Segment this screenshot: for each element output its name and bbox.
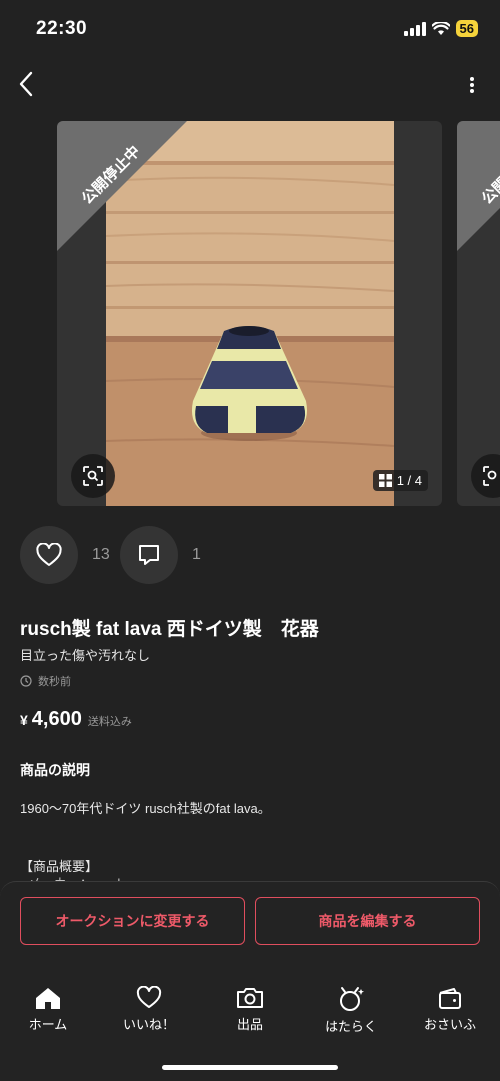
overview-label: 【商品概要】 xyxy=(20,859,99,874)
status-time: 22:30 xyxy=(36,18,88,39)
tab-home[interactable]: ホーム xyxy=(13,986,83,1033)
clock-icon xyxy=(20,675,32,687)
status-banner xyxy=(57,121,187,251)
like-group: 13 xyxy=(20,526,110,584)
grid-icon xyxy=(378,474,392,487)
wifi-icon xyxy=(431,21,450,35)
description-text: 1960〜70年代ドイツ rusch社製のfat lava。 xyxy=(20,801,271,816)
camera-icon xyxy=(237,988,263,1008)
comments-count: 1 xyxy=(192,546,201,563)
posted-time-row: 数秒前 xyxy=(20,673,71,689)
tab-work[interactable]: はたらく xyxy=(316,986,386,1035)
bottom-action-sheet: オークションに変更する 商品を編集する ホーム いいね！ 出品 はたらく おさい… xyxy=(0,881,500,1081)
chevron-left-icon xyxy=(19,71,33,97)
currency-symbol: ¥ xyxy=(20,712,28,728)
shipping-note: 送料込み xyxy=(87,716,132,728)
posted-time: 数秒前 xyxy=(38,676,71,688)
tab-sell[interactable]: 出品 xyxy=(215,986,285,1033)
tab-work-label: はたらく xyxy=(325,1019,377,1034)
zoom-scan-icon xyxy=(483,466,497,486)
home-indicator xyxy=(162,1065,338,1070)
tab-wallet[interactable]: おさいふ xyxy=(415,986,485,1033)
heart-icon xyxy=(36,543,62,566)
price: 4,600 xyxy=(31,708,82,730)
zoom-button[interactable] xyxy=(71,454,115,498)
image-counter[interactable]: 1 / 4 xyxy=(372,470,428,491)
comment-group: 1 xyxy=(120,526,201,584)
image-counter-text: 1 / 4 xyxy=(396,473,422,488)
price-row: ¥ 4,600 送料込み xyxy=(20,708,132,731)
more-options-button[interactable] xyxy=(464,70,480,100)
tab-likes-label: いいね！ xyxy=(122,1017,175,1032)
product-image-card[interactable]: 公開停止中 1 / 4 xyxy=(57,121,442,506)
heart-icon xyxy=(136,986,162,1008)
tab-sell-label: 出品 xyxy=(236,1017,263,1032)
tab-home-label: ホーム xyxy=(28,1017,68,1032)
tab-wallet-label: おさいふ xyxy=(423,1017,476,1032)
change-to-auction-button[interactable]: オークションに変更する xyxy=(20,897,245,945)
like-button[interactable] xyxy=(20,526,78,584)
product-title: rusch製 fat lava 西ドイツ製 花器 xyxy=(20,619,319,640)
battery-level: 56 xyxy=(455,20,478,37)
product-condition: 目立った傷や汚れなし xyxy=(20,648,151,663)
zoom-scan-icon xyxy=(83,466,103,486)
next-zoom-button[interactable] xyxy=(471,454,500,498)
edit-item-button[interactable]: 商品を編集する xyxy=(255,897,480,945)
signal-icon xyxy=(403,21,426,36)
work-icon xyxy=(340,987,364,1011)
likes-count: 13 xyxy=(92,546,110,563)
wallet-icon xyxy=(439,988,461,1009)
comment-button[interactable] xyxy=(120,526,178,584)
description-heading: 商品の説明 xyxy=(20,762,90,778)
more-vertical-icon xyxy=(470,77,474,93)
home-icon xyxy=(36,988,60,1009)
next-image-card[interactable]: 公開停止中 xyxy=(457,121,500,506)
status-icons: 56 xyxy=(403,20,478,37)
tab-likes[interactable]: いいね！ xyxy=(114,986,184,1033)
comment-icon xyxy=(139,545,159,565)
back-button[interactable] xyxy=(10,66,42,102)
